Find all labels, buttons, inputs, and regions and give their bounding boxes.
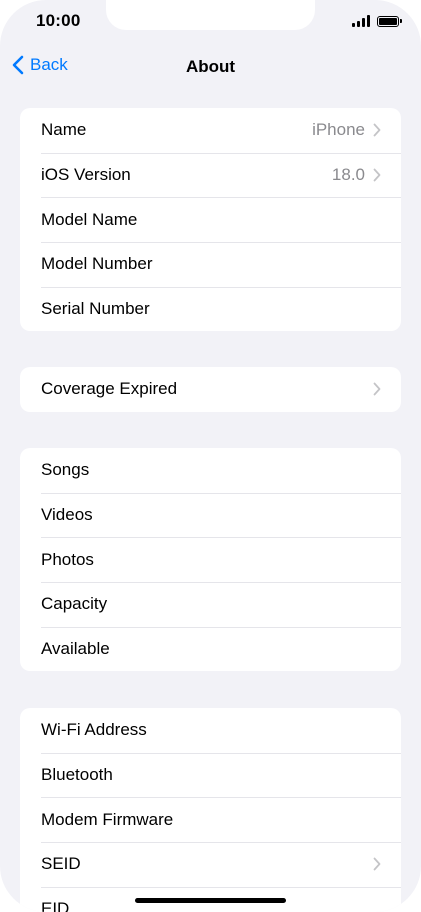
ios-version-row[interactable]: iOS Version 18.0 xyxy=(20,152,401,198)
battery-icon xyxy=(377,15,402,27)
row-label: Model Number xyxy=(41,254,153,274)
serial-number-row: Serial Number xyxy=(20,286,401,332)
status-time: 10:00 xyxy=(36,11,81,30)
row-value: 18.0 xyxy=(331,165,365,185)
modem-firmware-row: Modem Firmware xyxy=(20,797,401,842)
about-screen: 10:00 Back About Name iPhone iOS Version… xyxy=(0,0,421,912)
navigation-bar: Back About xyxy=(0,48,421,88)
row-label: Model Name xyxy=(41,209,138,229)
chevron-right-icon xyxy=(373,168,381,182)
model-number-row: Model Number xyxy=(20,242,401,287)
status-icons xyxy=(352,15,402,27)
videos-row: Videos xyxy=(20,492,401,538)
row-label: iOS Version xyxy=(41,165,131,185)
row-label: Coverage Expired xyxy=(41,379,178,399)
page-title: About xyxy=(185,57,236,76)
seid-row[interactable]: SEID xyxy=(20,842,401,887)
row-label: SEID xyxy=(41,854,81,874)
row-label: Wi-Fi Address xyxy=(41,720,147,740)
chevron-right-icon xyxy=(373,382,381,396)
chevron-right-icon xyxy=(373,123,381,137)
available-row: Available xyxy=(20,626,401,672)
row-label: Photos xyxy=(41,549,94,569)
row-label: Available xyxy=(41,639,110,659)
row-label: Modem Firmware xyxy=(41,809,174,829)
row-label: Bluetooth xyxy=(41,765,113,785)
row-label: Name xyxy=(41,120,87,140)
row-label: Videos xyxy=(41,505,93,525)
songs-row: Songs xyxy=(20,448,401,493)
chevron-right-icon xyxy=(373,857,381,871)
bluetooth-row: Bluetooth xyxy=(20,752,401,798)
name-row[interactable]: Name iPhone xyxy=(20,108,401,153)
photos-row: Photos xyxy=(20,537,401,582)
home-indicator[interactable] xyxy=(135,898,286,903)
device-info-group: Name iPhone iOS Version 18.0 Model Name … xyxy=(20,108,401,332)
status-bar: 10:00 xyxy=(0,0,421,44)
wifi-address-row: Wi-Fi Address xyxy=(20,708,401,753)
capacity-row: Capacity xyxy=(20,582,401,627)
model-name-row: Model Name xyxy=(20,197,401,242)
coverage-group: Coverage Expired xyxy=(20,367,401,412)
notch xyxy=(106,0,315,30)
coverage-row[interactable]: Coverage Expired xyxy=(20,367,401,412)
media-group: Songs Videos Photos Capacity Available xyxy=(20,448,401,672)
network-group: Wi-Fi Address Bluetooth Modem Firmware S… xyxy=(20,708,401,912)
row-label: Songs xyxy=(41,460,90,480)
row-value: iPhone xyxy=(312,120,365,140)
row-label: Serial Number xyxy=(41,299,150,319)
row-label: Capacity xyxy=(41,594,108,614)
cellular-signal-icon xyxy=(352,15,370,27)
